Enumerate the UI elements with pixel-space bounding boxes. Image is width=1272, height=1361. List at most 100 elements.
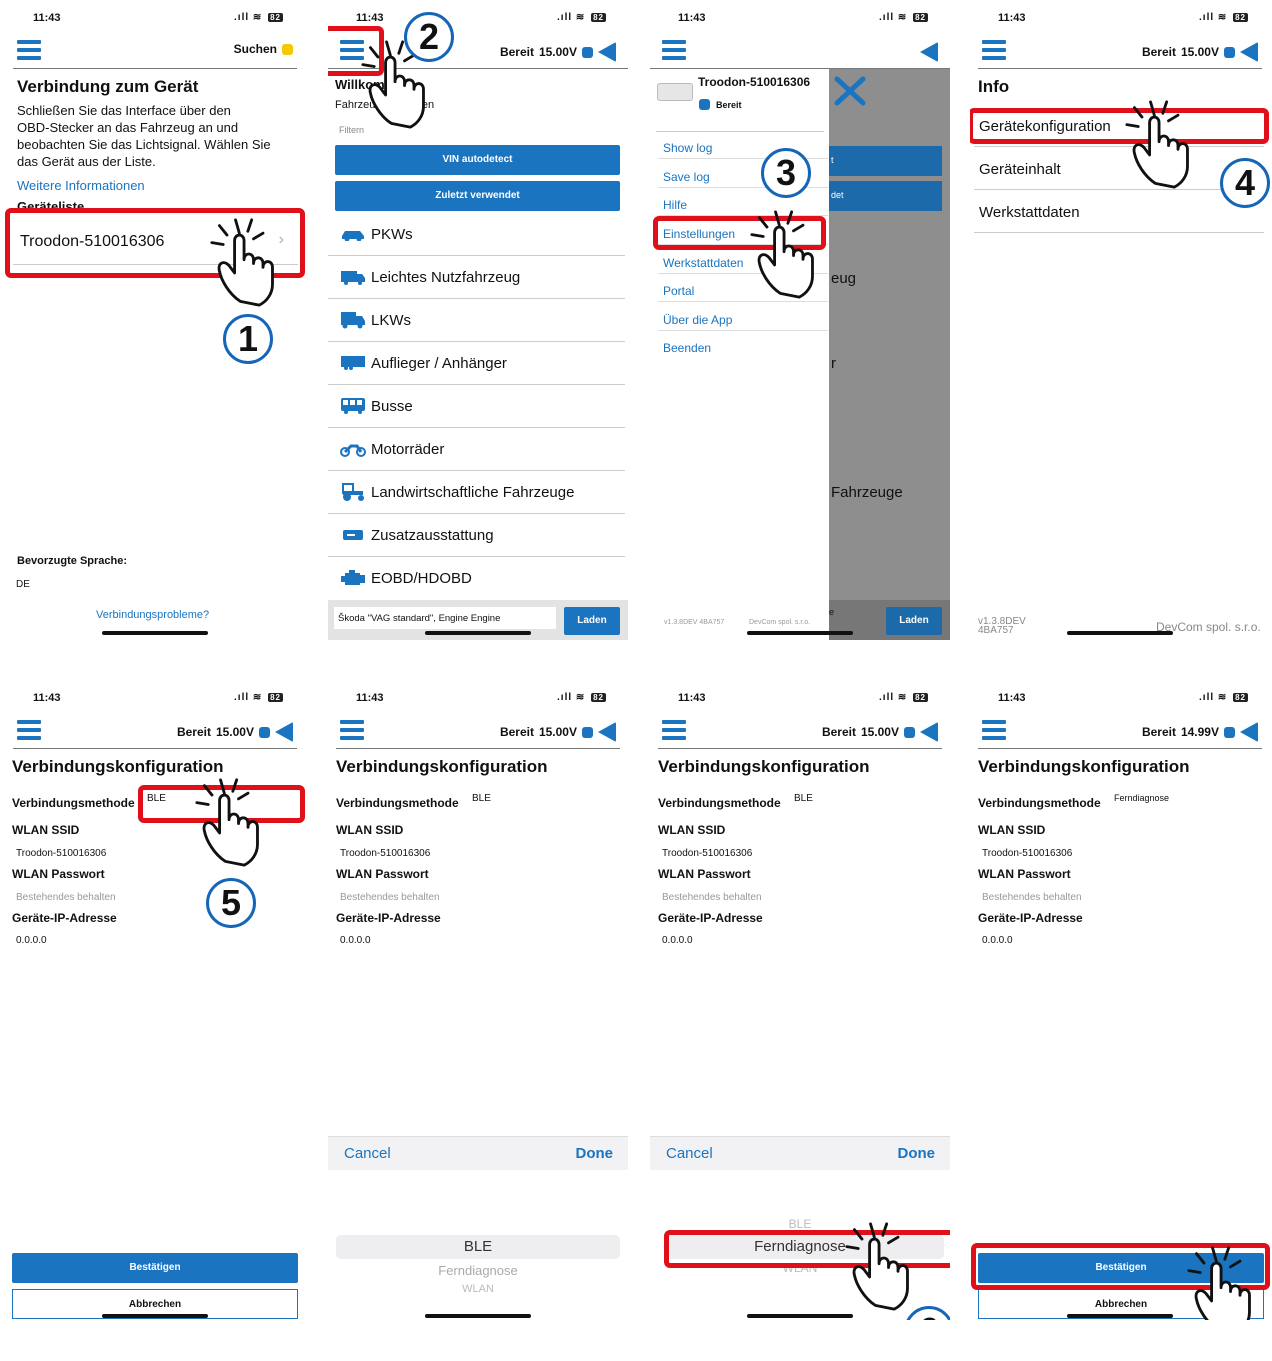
header-divider [336, 748, 620, 749]
device-ip-input[interactable]: 0.0.0.0 [16, 935, 47, 946]
language-label: Bevorzugte Sprache: [17, 555, 128, 567]
device-ip-input[interactable]: 0.0.0.0 [982, 935, 1013, 946]
category-label: Motorräder [371, 440, 445, 458]
category-pkw[interactable]: PKWs [328, 213, 625, 256]
wlan-ssid-input[interactable]: Troodon-510016306 [16, 848, 106, 859]
device-ip-input[interactable]: 0.0.0.0 [340, 935, 371, 946]
back-icon[interactable] [1240, 42, 1258, 62]
dimmed-background[interactable]: t det eug r Fahrzeuge e Laden [829, 69, 950, 640]
device-ip-input[interactable]: 0.0.0.0 [662, 935, 693, 946]
page-title: Verbindungskonfiguration [336, 757, 548, 776]
picker-option[interactable]: WLAN [328, 1283, 628, 1295]
connection-method-label: Verbindungsmethode [336, 796, 459, 810]
page-title: Verbindungskonfiguration [978, 757, 1190, 776]
wlan-password-input[interactable]: Bestehendes behalten [340, 892, 440, 903]
status-indicator-icon [582, 726, 593, 738]
status-indicators: .ıll ≋ 82 [234, 692, 283, 703]
hamburger-menu-icon[interactable] [662, 40, 686, 60]
picker-cancel-button[interactable]: Cancel [344, 1145, 391, 1162]
home-indicator [102, 631, 208, 635]
more-info-link[interactable]: Weitere Informationen [17, 177, 145, 194]
status-bar: 11:43 .ıll ≋ 82 [650, 12, 950, 26]
info-item-workshop-data[interactable]: Werkstattdaten [974, 190, 1264, 233]
header-divider [13, 68, 297, 69]
confirm-button[interactable]: Bestätigen [12, 1253, 298, 1283]
picker-toolbar: Cancel Done [328, 1136, 628, 1170]
back-icon[interactable] [920, 42, 938, 62]
connection-method-select[interactable]: BLE [472, 793, 491, 804]
wlan-ssid-input[interactable]: Troodon-510016306 [662, 848, 752, 859]
wlan-ssid-label: WLAN SSID [12, 823, 80, 837]
recently-used-button[interactable]: Zuletzt verwendet [335, 181, 620, 211]
recent-vehicle-input[interactable]: Škoda "VAG standard", Engine Engine [334, 607, 556, 629]
voltage-readout: 15.00V [860, 725, 899, 739]
engine-icon [341, 569, 365, 585]
method-picker-wheel[interactable]: BLE Ferndiagnose WLAN [328, 1170, 628, 1320]
voltage-readout: 15.00V [215, 725, 254, 739]
category-trailers[interactable]: Auflieger / Anhänger [328, 342, 625, 385]
menu-item-quit[interactable]: Beenden [658, 338, 828, 358]
connection-method-select[interactable]: BLE [147, 793, 166, 804]
connection-method-select[interactable]: Ferndiagnose [1114, 793, 1169, 803]
picker-option[interactable]: Ferndiagnose [328, 1263, 628, 1278]
picker-option[interactable]: BLE [328, 1238, 628, 1255]
vin-autodetect-button[interactable]: VIN autodetect [335, 145, 620, 175]
status-indicator-icon [904, 726, 915, 738]
wlan-password-label: WLAN Passwort [658, 867, 751, 881]
back-icon[interactable] [1240, 722, 1258, 742]
tap-hand-icon [845, 1222, 909, 1311]
hamburger-menu-icon[interactable] [17, 40, 41, 60]
load-button[interactable]: Laden [564, 607, 620, 635]
status-bar: 11:43 .ıll ≋ 82 [328, 12, 628, 26]
hamburger-menu-icon[interactable] [340, 720, 364, 740]
trailer-icon [341, 356, 365, 370]
picker-done-button[interactable]: Done [576, 1145, 614, 1162]
category-motorbikes[interactable]: Motorräder [328, 428, 625, 471]
hamburger-menu-icon[interactable] [17, 720, 41, 740]
page-title: Verbindung zum Gerät [17, 77, 199, 96]
load-button[interactable]: Laden [886, 607, 942, 635]
connection-status: Bereit 15.00V [500, 42, 616, 62]
category-equipment[interactable]: Zusatzausstattung [328, 514, 625, 557]
hamburger-menu-icon[interactable] [982, 40, 1006, 60]
picker-done-button[interactable]: Done [898, 1145, 936, 1162]
back-icon[interactable] [275, 722, 293, 742]
category-agricultural[interactable]: Landwirtschaftliche Fahrzeuge [328, 471, 625, 514]
battery-badge: 82 [591, 693, 606, 702]
back-icon[interactable] [920, 722, 938, 742]
status-bar: 11:43 .ıll ≋ 82 [970, 692, 1270, 706]
back-icon[interactable] [598, 722, 616, 742]
back-icon[interactable] [598, 42, 616, 62]
battery-badge: 82 [913, 693, 928, 702]
close-icon[interactable] [834, 76, 866, 106]
category-label: Busse [371, 397, 413, 415]
hamburger-menu-icon[interactable] [982, 720, 1006, 740]
wlan-ssid-label: WLAN SSID [658, 823, 726, 837]
menu-item-about[interactable]: Über die App [658, 310, 828, 331]
equipment-icon [343, 530, 363, 540]
step-number: 3 [761, 148, 811, 198]
wlan-ssid-input[interactable]: Troodon-510016306 [340, 848, 430, 859]
wlan-ssid-input[interactable]: Troodon-510016306 [982, 848, 1072, 859]
category-trucks[interactable]: LKWs [328, 299, 625, 342]
category-label: LKWs [371, 311, 412, 329]
language-value[interactable]: DE [16, 576, 30, 593]
wlan-password-input[interactable]: Bestehendes behalten [16, 892, 116, 903]
van-icon [341, 271, 365, 285]
connection-problems-link[interactable]: Verbindungsprobleme? [96, 607, 209, 624]
category-label: Zusatzausstattung [371, 526, 494, 544]
connection-method-select[interactable]: BLE [794, 793, 813, 804]
picker-cancel-button[interactable]: Cancel [666, 1145, 713, 1162]
version-text: v1.3.8DEV 4BA757 [664, 619, 725, 626]
status-time: 11:43 [678, 692, 706, 704]
category-eobd[interactable]: EOBD/HDOBD [328, 557, 625, 600]
info-item-device-config[interactable]: Gerätekonfiguration [974, 104, 1264, 147]
category-label: Auflieger / Anhänger [371, 354, 507, 372]
category-light-commercial[interactable]: Leichtes Nutzfahrzeug [328, 256, 625, 299]
hamburger-menu-icon[interactable] [662, 720, 686, 740]
wlan-password-input[interactable]: Bestehendes behalten [982, 892, 1082, 903]
wlan-password-input[interactable]: Bestehendes behalten [662, 892, 762, 903]
car-icon [342, 231, 364, 241]
status-text: Bereit [499, 725, 534, 739]
category-buses[interactable]: Busse [328, 385, 625, 428]
